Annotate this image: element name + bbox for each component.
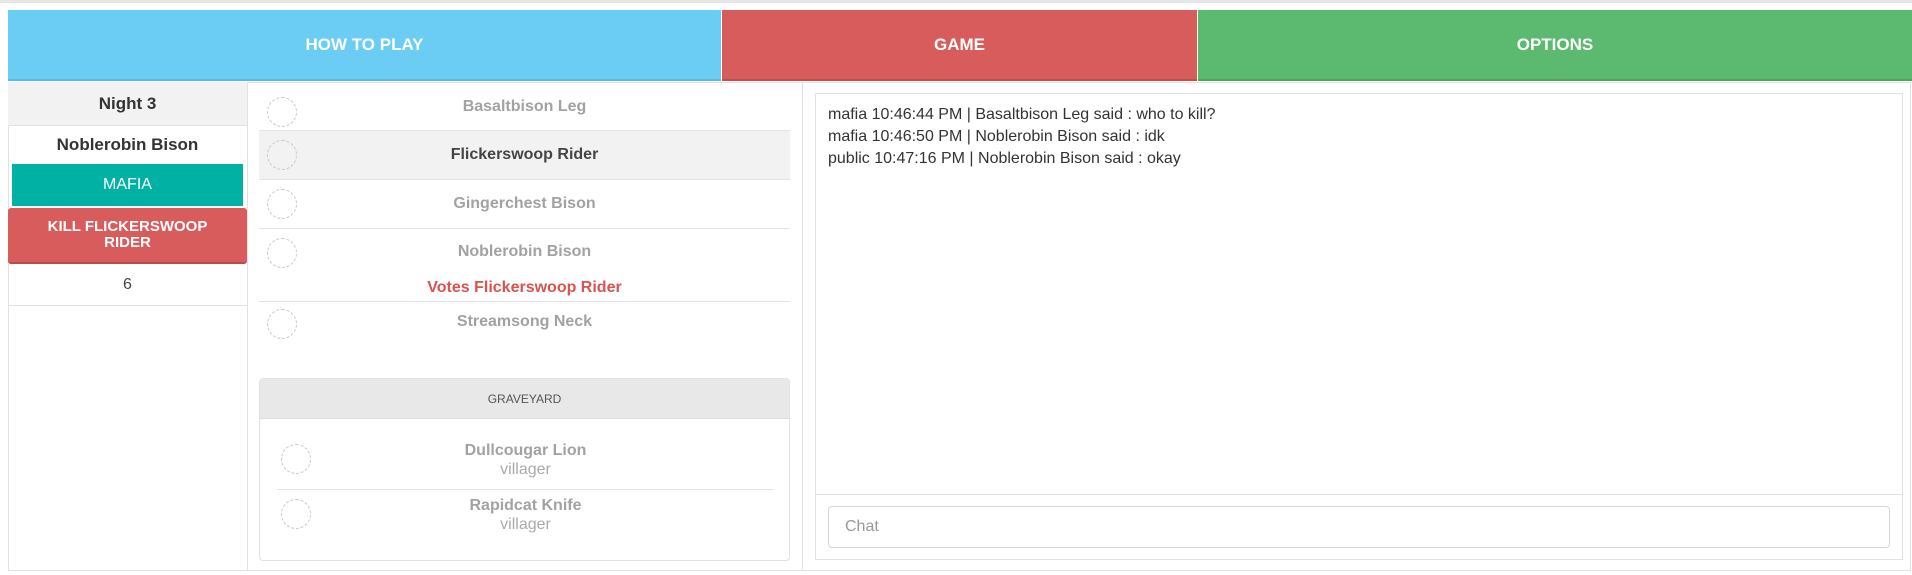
current-player-name: Noblerobin Bison [56,135,199,154]
countdown-value: 6 [8,264,247,306]
player-name: Basaltbison Leg [462,98,587,115]
player-name: Noblerobin Bison [457,243,592,260]
graveyard-name: Dullcougar Lion [464,442,587,459]
how-to-play-button[interactable]: HOW TO PLAY [8,10,721,81]
chat-message: mafia 10:46:44 PM | Basaltbison Leg said… [828,106,1216,123]
chat-input[interactable] [828,506,1890,548]
player-name: Gingerchest Bison [453,195,596,212]
chat-log[interactable]: mafia 10:46:44 PM | Basaltbison Leg said… [828,104,1888,170]
status-column: Night 3 Noblerobin Bison MAFIA KILL FLIC… [8,82,248,571]
chat-message: public 10:47:16 PM | Noblerobin Bison sa… [828,150,1181,167]
graveyard-entry: Rapidcat Knife villager [277,489,774,544]
player-row[interactable]: Gingerchest Bison [259,180,790,229]
graveyard-name: Rapidcat Knife [469,497,582,514]
chat-message: mafia 10:46:50 PM | Noblerobin Bison sai… [828,128,1165,145]
options-button[interactable]: OPTIONS [1198,10,1912,81]
kill-action-button[interactable]: KILL FLICKERSWOOP RIDER [8,208,247,264]
graveyard-entry: Dullcougar Lion villager [277,434,774,489]
player-row[interactable]: Noblerobin Bison Votes Flickerswoop Ride… [259,229,790,302]
vote-label: Votes Flickerswoop Rider [427,279,622,296]
player-name: Flickerswoop Rider [450,146,599,163]
player-row[interactable]: Flickerswoop Rider [259,131,790,180]
players-column: Basaltbison Leg Flickerswoop Rider Ginge… [248,82,803,571]
graveyard-role: villager [500,516,551,533]
game-button[interactable]: GAME [722,10,1197,81]
player-name: Streamsong Neck [456,313,593,330]
night-indicator: Night 3 [8,82,247,126]
player-list: Basaltbison Leg Flickerswoop Rider Ginge… [259,82,790,351]
top-rule [0,0,1912,3]
graveyard-panel: GRAVEYARD Dullcougar Lion villager Rapid… [259,378,790,561]
role-badge: MAFIA [12,164,243,206]
chat-divider [816,494,1902,495]
graveyard-title: GRAVEYARD [260,379,789,419]
chat-panel: mafia 10:46:44 PM | Basaltbison Leg said… [815,93,1903,560]
player-row[interactable]: Basaltbison Leg [259,82,790,131]
player-row[interactable]: Streamsong Neck [259,302,790,351]
graveyard-role: villager [500,461,551,478]
